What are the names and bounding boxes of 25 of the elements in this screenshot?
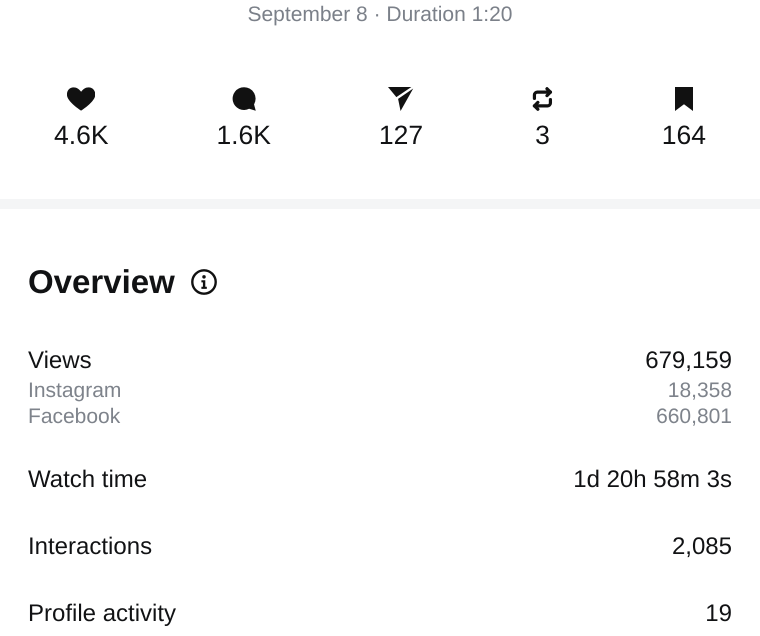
metric-label: Views [28, 347, 92, 375]
metric-label: Profile activity [28, 600, 176, 628]
speech-bubble-icon [232, 87, 256, 111]
source-value: 18,358 [668, 378, 732, 404]
metric-value: 2,085 [672, 533, 732, 561]
paper-plane-icon [388, 87, 414, 111]
likes-count: 4.6K [54, 120, 109, 150]
bookmark-icon [674, 87, 693, 111]
saves-count: 164 [662, 120, 706, 150]
source-label: Instagram [28, 378, 122, 404]
date-duration-text: September 8 · Duration 1:20 [248, 2, 512, 28]
info-icon[interactable] [190, 269, 217, 295]
metric-value: 19 [705, 600, 732, 628]
heart-icon [67, 87, 96, 111]
source-label: Facebook [28, 404, 120, 430]
metric-label: Interactions [28, 533, 152, 561]
repost-icon [531, 87, 554, 111]
shares-count: 127 [378, 120, 424, 150]
reposts-count: 3 [535, 120, 550, 150]
comments-count: 1.6K [216, 120, 271, 150]
metric-value: 1d 20h 58m 3s [573, 466, 732, 494]
source-value: 660,801 [656, 404, 732, 430]
metric-label: Watch time [28, 466, 148, 494]
overview-heading: Overview [28, 262, 175, 302]
metric-value: 679,159 [645, 347, 732, 375]
